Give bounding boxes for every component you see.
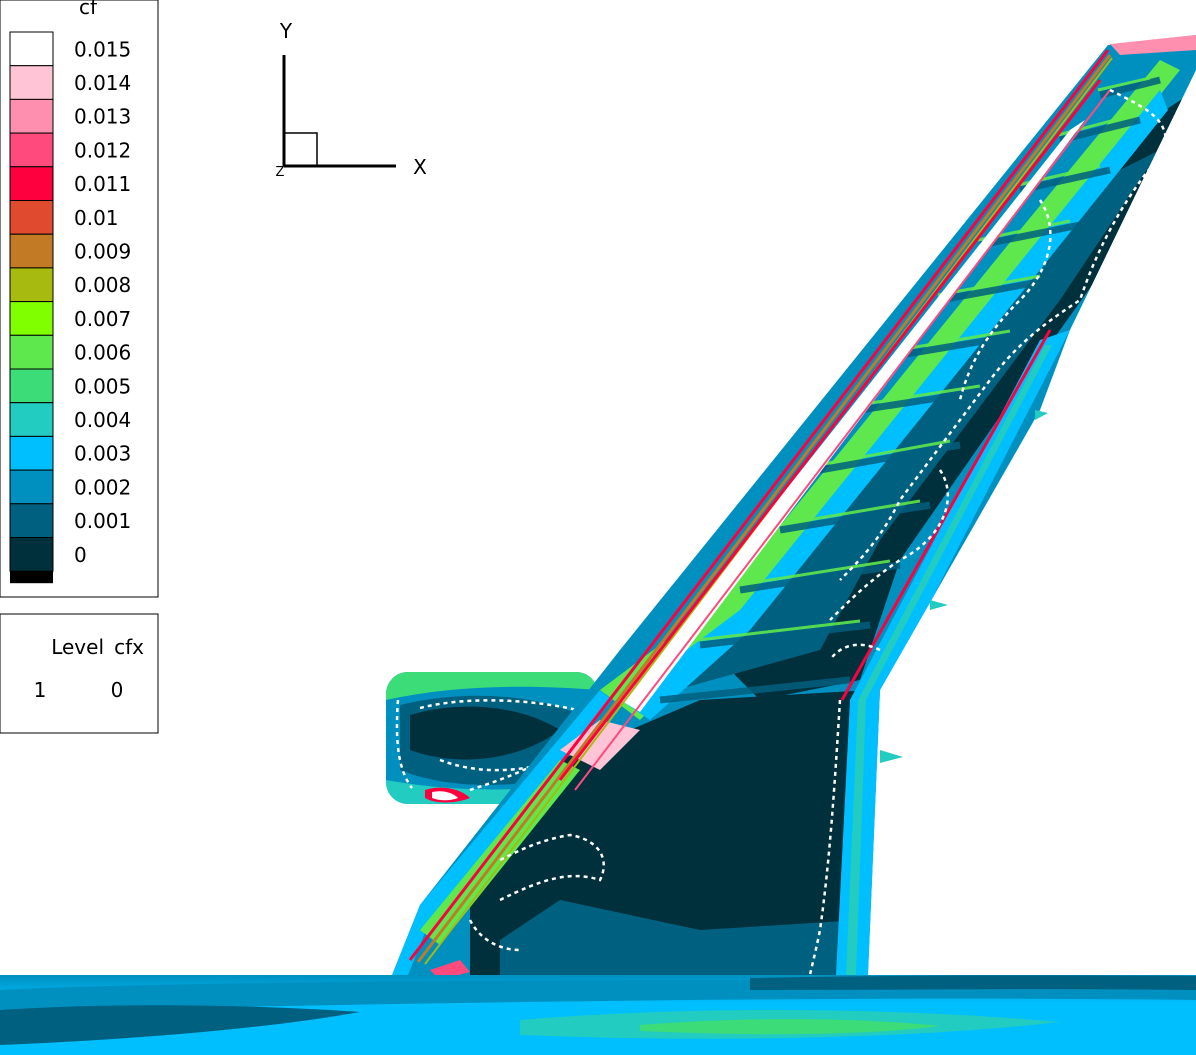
line-legend-cfx-value: 0: [111, 678, 124, 702]
legend-label: 0.007: [74, 307, 131, 331]
legend-swatch: [9, 65, 54, 100]
legend-swatch: [9, 334, 54, 370]
legend-swatch: [9, 301, 54, 336]
legend-label: 0.013: [74, 105, 131, 129]
legend-swatch: [9, 469, 54, 505]
legend-label: 0.004: [74, 408, 131, 432]
color-legend-title: cf: [79, 0, 98, 19]
legend-label: 0.012: [74, 138, 131, 162]
legend-swatch: [9, 267, 54, 303]
z-axis-label: Z: [276, 165, 285, 180]
legend-swatch: [9, 200, 54, 235]
legend-swatch: [9, 368, 54, 404]
line-legend: Level cfx 1 0: [0, 613, 159, 734]
x-axis-label: X: [413, 155, 427, 179]
legend-swatch: [9, 98, 54, 134]
legend-label: 0.009: [74, 239, 131, 263]
legend-swatch: [9, 435, 54, 471]
legend-label: 0.002: [74, 475, 131, 499]
legend-label: 0.014: [74, 71, 131, 95]
line-legend-header-cfx: cfx: [114, 635, 144, 659]
y-axis-label: Y: [279, 19, 293, 43]
legend-label: 0.001: [74, 509, 131, 533]
legend-label: 0.01: [74, 206, 119, 230]
legend-swatch: [9, 31, 54, 67]
legend-swatch-below-range: [10, 571, 53, 584]
contour-scene: cf 0.015 0.014 0.013 0.012 0.011 0.01 0.009 0.0…: [0, 0, 1196, 1055]
line-legend-frame: [0, 613, 159, 734]
legend-swatch: [9, 402, 54, 437]
legend-label: 0.003: [74, 442, 131, 466]
legend-label: 0.015: [74, 37, 131, 61]
legend-label: 0.006: [74, 341, 131, 365]
line-legend-level-value: 1: [34, 678, 47, 702]
color-legend: cf 0.015 0.014 0.013 0.012 0.011 0.01 0.009 0.0…: [0, 0, 159, 598]
legend-swatch: [9, 503, 54, 538]
legend-swatch: [9, 166, 54, 202]
legend-swatch: [9, 132, 54, 168]
line-legend-header-level: Level: [51, 635, 104, 659]
legend-swatch: [9, 233, 54, 269]
legend-label: 0.008: [74, 273, 131, 297]
legend-swatch: [9, 537, 54, 572]
floor-contours: [0, 975, 1196, 1055]
legend-label: 0.011: [74, 172, 131, 196]
axis-triad-box: [283, 132, 318, 167]
legend-label: 0.005: [74, 374, 131, 398]
axis-triad: Y X Z: [276, 19, 428, 180]
wing-contours: [392, 35, 1196, 976]
legend-label: 0: [74, 543, 87, 567]
